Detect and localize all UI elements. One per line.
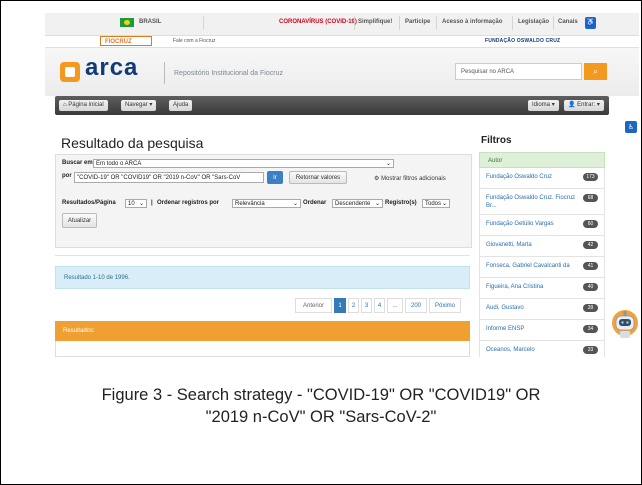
caption-line-1: Figure 3 - Search strategy - "COVID-19" … [101, 386, 541, 404]
count-badge: 60 [583, 220, 598, 228]
count-badge: 68 [583, 194, 598, 202]
rpp-select[interactable]: 10 ⌄ [125, 199, 147, 208]
return-values-button[interactable]: Retornar valores [289, 171, 347, 184]
facet-item[interactable]: Fundação Getúlio Vargas 60 [479, 215, 605, 236]
rpp-label: Resultados/Página [62, 200, 116, 206]
brazil-flag-icon [120, 18, 134, 27]
home-icon: ⌂ [63, 102, 67, 108]
records-select[interactable]: Todos ⌄ [422, 199, 450, 208]
pagination-page[interactable]: 200 [405, 298, 427, 313]
user-icon: 👤 [568, 102, 576, 108]
nav-login[interactable]: 👤 Entrar: ▾ [564, 100, 604, 111]
gov-link-acesso[interactable]: Acesso à informação [442, 19, 502, 25]
nav-home[interactable]: ⌂ Página inicial [59, 100, 108, 111]
site-header: arca Repositório Institucional da Fiocru… [45, 48, 639, 96]
facet-item[interactable]: Fonseca, Gabriel Cavalcanti da 41 [479, 257, 605, 278]
chevron-down-icon: ▾ [596, 102, 600, 108]
gov-bar: BRASIL CORONAVÍRUS (COVID-19) Simplifiqu… [45, 13, 639, 36]
go-button[interactable]: Ir [267, 171, 283, 184]
count-badge: 33 [583, 346, 598, 354]
show-filters-link[interactable]: ⚙ Mostrar filtros adicionais [374, 175, 446, 182]
result-summary: Resultado 1-10 de 1996. [55, 266, 470, 289]
header-search-input[interactable]: Pesquisar no ARCA [455, 63, 582, 80]
search-form: Buscar em: Em todo o ARCA ⌄ por "COVID-19… [55, 154, 472, 248]
screenshot: BRASIL CORONAVÍRUS (COVID-19) Simplifiqu… [45, 13, 639, 357]
fiocruz-logo[interactable]: FIOCRUZ [100, 36, 152, 46]
figure-caption: Figure 3 - Search strategy - "COVID-19" … [0, 384, 642, 428]
update-button[interactable]: Atualizar [62, 213, 97, 228]
contact-link[interactable]: Fale com a Fiocruz [173, 38, 216, 44]
fiocruz-bar: FIOCRUZ Fale com a Fiocruz FUNDAÇÃO OSWA… [45, 36, 639, 48]
covid-link[interactable]: CORONAVÍRUS (COVID-19) [279, 19, 357, 25]
pagination-ellipsis: ... [387, 298, 403, 313]
page-title: Resultado da pesquisa [61, 135, 204, 151]
search-scope-select[interactable]: Em todo o ARCA ⌄ [93, 159, 394, 168]
gov-link-participe[interactable]: Participe [405, 19, 430, 25]
order-label: Ordenar [303, 200, 327, 206]
chevron-down-icon: ▾ [149, 102, 153, 108]
pagination-page[interactable]: 2 [348, 298, 359, 313]
chevron-down-icon: ⌄ [374, 201, 380, 207]
chevron-down-icon: ▾ [551, 102, 555, 108]
gov-link-legislacao[interactable]: Legislação [518, 19, 549, 25]
foundation-name: FUNDAÇÃO OSWALDO CRUZ [485, 38, 561, 44]
facet-item[interactable]: Audi, Gustavo 39 [479, 299, 605, 320]
sort-select[interactable]: Relevância ⌄ [232, 199, 301, 208]
facet-item[interactable]: Oceanos, Marcelo 33 [479, 341, 605, 357]
chevron-down-icon: ⌄ [441, 201, 447, 207]
caption-line-2: "2019 n-CoV" OR "Sars-CoV-2" [205, 408, 437, 426]
pagination-page[interactable]: 4 [374, 298, 385, 313]
count-badge: 41 [583, 262, 598, 270]
count-badge: 40 [583, 283, 598, 291]
nav-help[interactable]: Ajuda [169, 100, 193, 111]
gov-link-simplifique[interactable]: Simplifique! [358, 19, 392, 25]
results-list [55, 341, 470, 357]
filters-title: Filtros [481, 135, 512, 146]
accessibility-icon[interactable]: ♿ [625, 121, 637, 133]
gear-icon: ⚙ [374, 176, 380, 182]
nav-bar: ⌂ Página inicial Navegar ▾ Ajuda Idioma … [55, 96, 609, 115]
arca-logo-icon[interactable] [60, 62, 80, 82]
site-subtitle: Repositório Institucional da Fiocruz [174, 70, 283, 77]
nav-language[interactable]: Idioma ▾ [528, 100, 559, 111]
pagination-page[interactable]: 3 [361, 298, 372, 313]
count-badge: 42 [583, 241, 598, 249]
query-label: por [62, 173, 72, 179]
facet-header-author[interactable]: Autor [479, 152, 605, 168]
facet-item[interactable]: Giovanetti, Marta 42 [479, 236, 605, 257]
accessibility-icon[interactable]: ♿ [585, 17, 596, 29]
sort-label: Ordenar registros por [157, 200, 220, 206]
count-badge: 173 [583, 173, 598, 181]
count-badge: 34 [583, 325, 598, 333]
chevron-down-icon: ⌄ [138, 201, 144, 207]
results-header: Resultados: [55, 321, 470, 341]
pagination-page[interactable]: 1 [334, 298, 346, 313]
arca-logo-text[interactable]: arca [85, 54, 138, 82]
facet-item[interactable]: Informe ENSP 34 [479, 320, 605, 341]
gov-country-link[interactable]: BRASIL [139, 19, 161, 25]
nav-browse[interactable]: Navegar ▾ [121, 100, 157, 111]
gov-link-canais[interactable]: Canais [558, 19, 578, 25]
query-input[interactable]: "COVID-19" OR "COVID19" OR "2019 n-CoV" … [74, 172, 264, 183]
facet-item[interactable]: Fundação Oswaldo Cruz. Fiocruz Br... 68 [479, 189, 605, 215]
facet-item[interactable]: Figueira, Ana Cristina 40 [479, 278, 605, 299]
pagination-prev[interactable]: Anterior [295, 298, 332, 313]
chatbot-robot-icon[interactable] [610, 303, 639, 343]
count-badge: 39 [583, 304, 598, 312]
search-in-label: Buscar em: [62, 160, 95, 166]
chevron-down-icon: ⌄ [292, 201, 298, 207]
pagination-next[interactable]: Póximo [429, 298, 461, 313]
order-select[interactable]: Descendente ⌄ [332, 199, 383, 208]
search-icon[interactable]: ⌕ [584, 63, 607, 80]
records-label: Registro(s) [385, 200, 417, 206]
facet-item[interactable]: Fundação Oswaldo Cruz 173 [479, 168, 605, 189]
chevron-down-icon: ⌄ [385, 161, 391, 167]
